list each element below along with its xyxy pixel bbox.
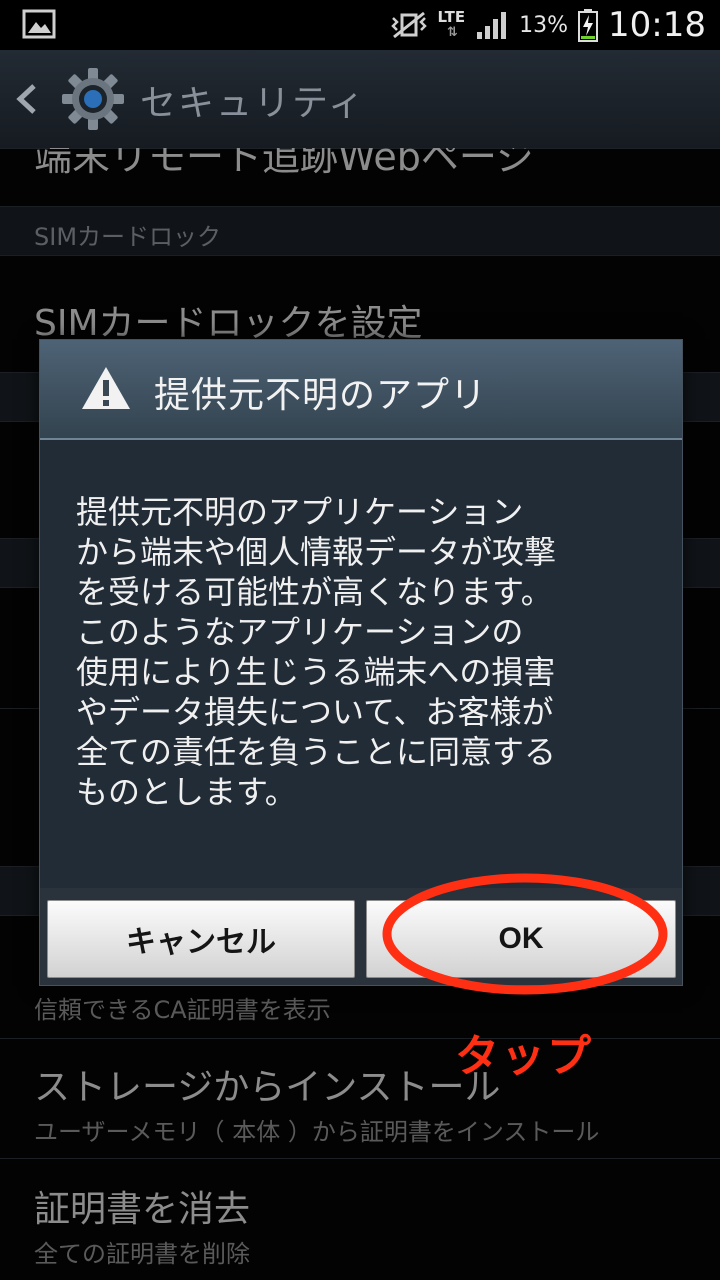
dialog-header: 提供元不明のアプリ (40, 340, 682, 440)
signal-icon (477, 12, 507, 39)
battery-charging-icon (578, 9, 599, 42)
network-indicator: LTE ⇅ (437, 8, 466, 41)
dialog-message: 提供元不明のアプリケーション から端末や個人情報データが攻撃 を受ける可能性が高… (76, 493, 557, 811)
tap-highlight-circle (382, 873, 668, 995)
data-arrows-icon: ⇅ (446, 25, 458, 40)
mute-vibrate-icon (390, 11, 427, 39)
cancel-button[interactable]: キャンセル (47, 900, 355, 978)
gear-icon (62, 68, 124, 130)
battery-percent: 13% (519, 12, 569, 38)
gallery-icon (22, 9, 56, 39)
clock: 10:18 (608, 5, 706, 45)
warning-icon (82, 367, 130, 409)
dialog-title: 提供元不明のアプリ (154, 375, 488, 416)
back-icon[interactable] (14, 80, 40, 118)
action-bar: セキュリティ (0, 50, 720, 149)
status-bar: LTE ⇅ 13% 10:18 (0, 0, 720, 50)
screen: LTE ⇅ 13% 10:18 セキュリティ 端末リモート追跡Webページ SI… (0, 0, 720, 1280)
page-title: セキュリティ (140, 83, 366, 124)
status-icons: LTE ⇅ 13% 10:18 (390, 0, 706, 50)
network-type: LTE (437, 8, 466, 26)
tap-annotation-label: タップ (455, 1032, 593, 1081)
